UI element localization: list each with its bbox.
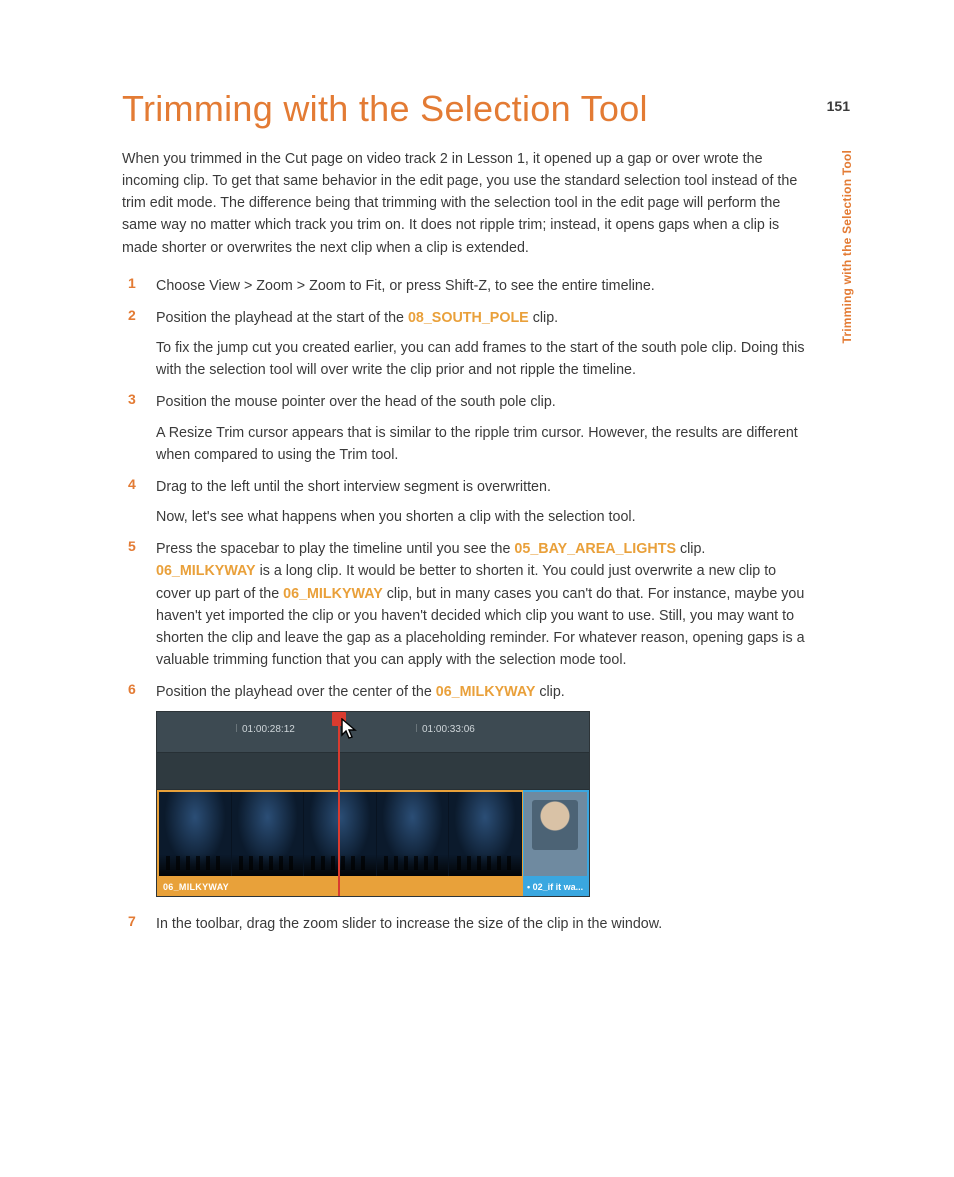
step-text: In the toolbar, drag the zoom slider to … xyxy=(156,913,662,935)
clip-reference: 06_MILKYWAY xyxy=(436,684,536,700)
step-text: Position the mouse pointer over the head… xyxy=(156,391,806,413)
step-text: Drag to the left until the short intervi… xyxy=(156,476,636,498)
intro-paragraph: When you trimmed in the Cut page on vide… xyxy=(122,148,802,259)
step-7: 7 In the toolbar, drag the zoom slider t… xyxy=(122,913,834,935)
step-number: 4 xyxy=(122,476,156,528)
step-text: Position the playhead at the start of th… xyxy=(156,307,806,329)
clip-milkyway xyxy=(157,790,523,878)
step-number: 3 xyxy=(122,391,156,465)
clip-reference: 08_SOUTH_POLE xyxy=(408,310,529,326)
clip-interview xyxy=(523,790,589,878)
clip-label: • 02_if it wa... xyxy=(523,878,589,896)
step-1: 1 Choose View > Zoom > Zoom to Fit, or p… xyxy=(122,275,834,297)
cursor-arrow-icon xyxy=(341,718,361,742)
step-body: Choose View > Zoom > Zoom to Fit, or pre… xyxy=(156,275,655,297)
page-title: Trimming with the Selection Tool xyxy=(122,88,834,130)
step-text: Position the playhead over the center of… xyxy=(156,681,590,703)
side-tab: Trimming with the Selection Tool xyxy=(840,150,854,344)
video-track xyxy=(157,789,589,878)
steps-list: 1 Choose View > Zoom > Zoom to Fit, or p… xyxy=(122,275,834,936)
step-number: 2 xyxy=(122,307,156,381)
step-3: 3 Position the mouse pointer over the he… xyxy=(122,391,834,465)
step-text: A Resize Trim cursor appears that is sim… xyxy=(156,422,806,466)
step-body: In the toolbar, drag the zoom slider to … xyxy=(156,913,662,935)
step-number: 6 xyxy=(122,681,156,899)
clip-reference: 05_BAY_AREA_LIGHTS xyxy=(514,541,676,557)
clip-label: 06_MILKYWAY xyxy=(157,878,523,896)
step-text: Now, let's see what happens when you sho… xyxy=(156,506,636,528)
step-number: 7 xyxy=(122,913,156,935)
clip-label-bar: 06_MILKYWAY • 02_if it wa... xyxy=(157,878,589,896)
step-5: 5 Press the spacebar to play the timelin… xyxy=(122,538,834,671)
step-body: Position the playhead over the center of… xyxy=(156,681,590,899)
empty-track xyxy=(157,752,589,789)
clip-reference: 06_MILKYWAY xyxy=(283,586,383,602)
timecode-tick: 01:00:33:06 xyxy=(422,722,475,738)
clip-reference: 06_MILKYWAY xyxy=(156,563,256,579)
step-6: 6 Position the playhead over the center … xyxy=(122,681,834,899)
page: 151 Trimming with the Selection Tool Tri… xyxy=(0,0,954,1005)
step-body: Drag to the left until the short intervi… xyxy=(156,476,636,528)
step-2: 2 Position the playhead at the start of … xyxy=(122,307,834,381)
step-body: Press the spacebar to play the timeline … xyxy=(156,538,806,671)
timecode-tick: 01:00:28:12 xyxy=(242,722,295,738)
step-text: Press the spacebar to play the timeline … xyxy=(156,538,806,671)
step-number: 5 xyxy=(122,538,156,671)
step-body: Position the mouse pointer over the head… xyxy=(156,391,806,465)
step-text: To fix the jump cut you created earlier,… xyxy=(156,337,806,381)
step-number: 1 xyxy=(122,275,156,297)
timeline-screenshot: 01:00:28:12 01:00:33:06 xyxy=(156,711,590,897)
step-4: 4 Drag to the left until the short inter… xyxy=(122,476,834,528)
page-number: 151 xyxy=(827,98,850,114)
step-text: Choose View > Zoom > Zoom to Fit, or pre… xyxy=(156,275,655,297)
step-body: Position the playhead at the start of th… xyxy=(156,307,806,381)
timeline-ruler: 01:00:28:12 01:00:33:06 xyxy=(157,712,589,752)
playhead-line xyxy=(338,712,340,896)
